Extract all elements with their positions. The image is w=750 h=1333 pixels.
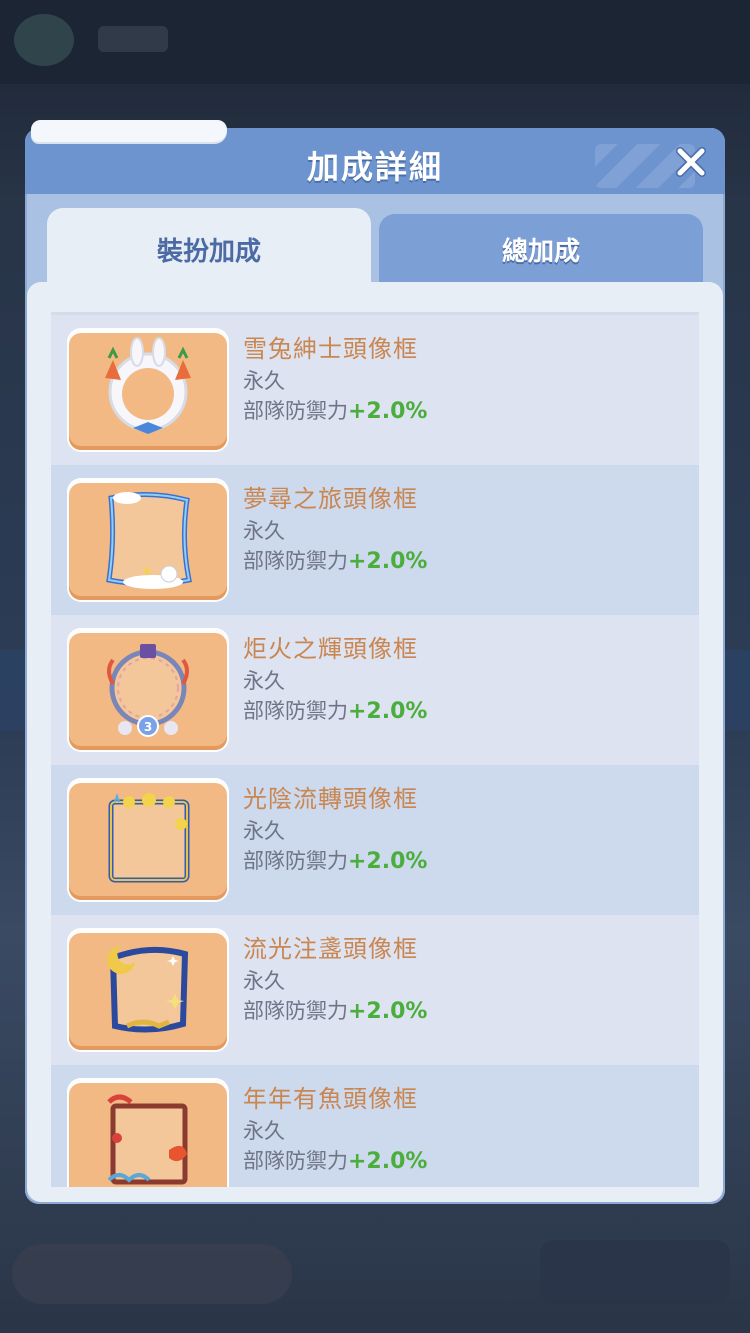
lamp-light-frame-icon (69, 930, 227, 1050)
list-item: 光陰流轉頭像框 永久 部隊防禦力+2.0% (51, 765, 699, 915)
snow-rabbit-frame-icon (69, 330, 227, 450)
modal-title: 加成詳細 (306, 148, 443, 186)
bonus-value: +2.0% (348, 699, 428, 724)
modal-header: 加成詳細 (25, 120, 725, 194)
item-name: 雪兔紳士頭像框 (243, 335, 418, 363)
item-bonus: 部隊防禦力+2.0% (243, 845, 427, 875)
bonus-stat: 部隊防禦力 (243, 399, 348, 423)
item-bonus: 部隊防禦力+2.0% (243, 1145, 427, 1175)
background-avatar (14, 14, 74, 66)
bonus-stat: 部隊防禦力 (243, 549, 348, 573)
snow-decoration-small (175, 124, 225, 138)
item-duration: 永久 (243, 369, 285, 393)
close-icon (676, 147, 706, 177)
item-bonus: 部隊防禦力+2.0% (243, 995, 427, 1025)
background-bottom-left-widget (12, 1244, 292, 1304)
item-duration: 永久 (243, 1119, 285, 1143)
item-duration: 永久 (243, 519, 285, 543)
item-duration: 永久 (243, 669, 285, 693)
bonus-detail-modal: 加成詳細 裝扮加成 總加成 雪兔紳士頭像框 永久 部隊防禦力+2.0% 夢尋之旅… (25, 120, 725, 1204)
list-item: 年年有魚頭像框 永久 部隊防禦力+2.0% (51, 1065, 699, 1187)
bonus-stat: 部隊防禦力 (243, 699, 348, 723)
bonus-list[interactable]: 雪兔紳士頭像框 永久 部隊防禦力+2.0% 夢尋之旅頭像框 永久 部隊防禦力+2… (51, 312, 699, 1187)
tab-total-bonus[interactable]: 總加成 (379, 214, 703, 284)
bonus-value: +2.0% (348, 999, 428, 1024)
bonus-list-panel: 雪兔紳士頭像框 永久 部隊防禦力+2.0% 夢尋之旅頭像框 永久 部隊防禦力+2… (27, 282, 723, 1202)
background-bottom-right-button (540, 1240, 730, 1304)
item-bonus: 部隊防禦力+2.0% (243, 395, 427, 425)
list-item: 雪兔紳士頭像框 永久 部隊防禦力+2.0% (51, 315, 699, 465)
item-bonus: 部隊防禦力+2.0% (243, 695, 427, 725)
close-button[interactable] (671, 142, 711, 182)
item-duration: 永久 (243, 969, 285, 993)
item-name: 年年有魚頭像框 (243, 1085, 418, 1113)
bonus-stat: 部隊防禦力 (243, 1149, 348, 1173)
torch-glory-frame-icon: 3 (69, 630, 227, 750)
item-name: 流光注盞頭像框 (243, 935, 418, 963)
svg-text:3: 3 (144, 720, 152, 734)
item-duration: 永久 (243, 819, 285, 843)
time-flow-frame-icon (69, 780, 227, 900)
list-item: 夢尋之旅頭像框 永久 部隊防禦力+2.0% (51, 465, 699, 615)
background-player-name (98, 26, 168, 52)
bonus-value: +2.0% (348, 849, 428, 874)
bonus-value: +2.0% (348, 399, 428, 424)
tab-outfit-bonus[interactable]: 裝扮加成 (47, 208, 371, 290)
koi-fish-frame-icon (69, 1080, 227, 1187)
item-name: 夢尋之旅頭像框 (243, 485, 418, 513)
bonus-value: +2.0% (348, 1149, 428, 1174)
dream-journey-frame-icon (69, 480, 227, 600)
list-item: 流光注盞頭像框 永久 部隊防禦力+2.0% (51, 915, 699, 1065)
list-item: 3 炬火之輝頭像框 永久 部隊防禦力+2.0% (51, 615, 699, 765)
bonus-value: +2.0% (348, 549, 428, 574)
bonus-stat: 部隊防禦力 (243, 849, 348, 873)
bonus-stat: 部隊防禦力 (243, 999, 348, 1023)
item-bonus: 部隊防禦力+2.0% (243, 545, 427, 575)
item-name: 光陰流轉頭像框 (243, 785, 418, 813)
item-name: 炬火之輝頭像框 (243, 635, 418, 663)
